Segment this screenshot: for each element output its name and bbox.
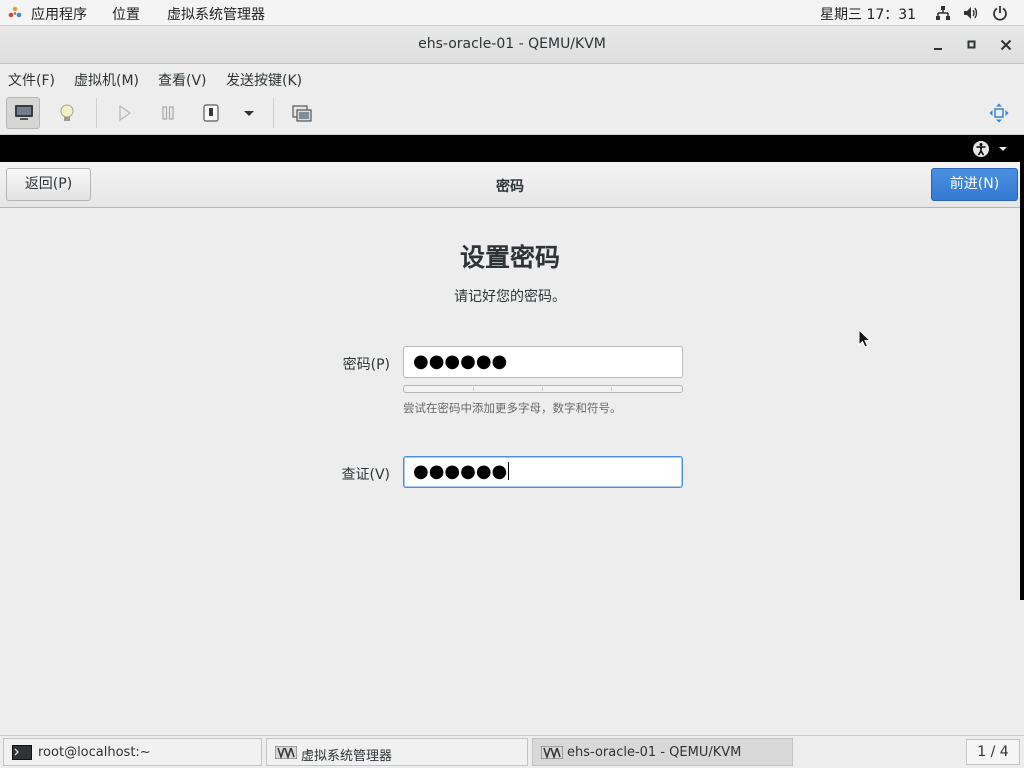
- workspace-indicator[interactable]: 1 / 4: [966, 739, 1020, 765]
- password-field[interactable]: ●●●●●●: [403, 346, 683, 378]
- fullscreen-icon: [989, 103, 1009, 123]
- window-title-bar[interactable]: ehs-oracle-01 - QEMU/KVM: [0, 26, 1024, 64]
- lightbulb-icon: [60, 104, 74, 121]
- console-button[interactable]: [6, 97, 40, 129]
- installer-page: 设置密码 请记好您的密码。 密码(P) ●●●●●● 尝试在密码中添加更多字母，…: [0, 208, 1020, 733]
- password-value: ●●●●●●: [413, 351, 508, 372]
- maximize-icon[interactable]: [962, 35, 982, 55]
- accessibility-icon[interactable]: [972, 140, 1012, 158]
- strength-divider: [611, 387, 612, 391]
- close-icon[interactable]: [996, 35, 1016, 55]
- password-label: 密码(P): [342, 357, 390, 373]
- run-button[interactable]: [107, 97, 141, 129]
- strength-divider: [473, 387, 474, 391]
- toolbar-separator: [96, 98, 97, 128]
- virt-manager-icon: [541, 746, 563, 759]
- bottom-taskbar: root@localhost:~ 虚拟系统管理器 ehs-oracle-01 -…: [0, 735, 1024, 768]
- next-button[interactable]: 前进(N): [931, 168, 1018, 201]
- task-terminal[interactable]: root@localhost:~: [3, 738, 262, 766]
- menu-vm[interactable]: 虚拟机(M): [74, 70, 139, 90]
- installer-header: 返回(P) 密码 前进(N): [0, 162, 1020, 208]
- volume-icon[interactable]: [963, 5, 979, 21]
- chevron-down-icon: [244, 111, 254, 116]
- text-caret: [508, 462, 510, 480]
- minimize-icon[interactable]: [928, 35, 948, 55]
- pause-button[interactable]: [151, 97, 185, 129]
- page-subtitle: 请记好您的密码。: [454, 289, 566, 305]
- toolbar-separator: [273, 98, 274, 128]
- places-menu[interactable]: 位置: [112, 4, 140, 24]
- toolbar: [0, 92, 1024, 135]
- verify-password-field[interactable]: ●●●●●●: [403, 456, 683, 488]
- shutdown-icon: [203, 104, 219, 122]
- pause-icon: [162, 106, 174, 120]
- details-button[interactable]: [50, 97, 84, 129]
- shutdown-menu-button[interactable]: [232, 97, 266, 129]
- snapshots-button[interactable]: [285, 97, 319, 129]
- power-icon[interactable]: [992, 5, 1008, 21]
- shutdown-button[interactable]: [194, 97, 228, 129]
- monitor-icon: [15, 105, 33, 120]
- menu-send-key[interactable]: 发送按键(K): [226, 70, 302, 90]
- installer-header-title: 密码: [496, 179, 524, 195]
- task-label: ehs-oracle-01 - QEMU/KVM: [567, 745, 742, 760]
- menu-bar: 文件(F) 虚拟机(M) 查看(V) 发送按键(K): [0, 64, 1024, 92]
- clock[interactable]: 星期三 17：31: [820, 4, 916, 24]
- task-virt-manager[interactable]: 虚拟系统管理器: [266, 738, 528, 766]
- password-strength-bar: [403, 385, 683, 393]
- applications-menu[interactable]: 应用程序: [31, 4, 87, 24]
- menu-view[interactable]: 查看(V): [158, 70, 207, 90]
- verify-value: ●●●●●●: [413, 461, 510, 482]
- network-icon[interactable]: [935, 5, 951, 21]
- task-label: root@localhost:~: [38, 745, 151, 760]
- vm-top-panel: [0, 135, 1024, 162]
- password-strength-hint: 尝试在密码中添加更多字母，数字和符号。: [403, 401, 622, 415]
- snapshots-icon: [292, 105, 312, 122]
- terminal-icon: [12, 745, 32, 760]
- strength-divider: [542, 387, 543, 391]
- window-title: ehs-oracle-01 - QEMU/KVM: [418, 36, 606, 52]
- page-title: 设置密码: [459, 243, 560, 272]
- gnome-top-bar: 应用程序 位置 虚拟系统管理器 星期三 17：31: [0, 0, 1024, 26]
- active-app-menu[interactable]: 虚拟系统管理器: [167, 4, 265, 24]
- fullscreen-button[interactable]: [982, 97, 1016, 129]
- play-icon: [119, 104, 132, 122]
- virt-manager-icon: [275, 746, 297, 759]
- verify-label: 查证(V): [341, 467, 390, 483]
- task-label: 虚拟系统管理器: [301, 749, 393, 764]
- menu-file[interactable]: 文件(F): [8, 70, 55, 90]
- mouse-pointer-icon: [858, 329, 872, 348]
- apps-icon[interactable]: [8, 6, 22, 20]
- task-vm-console[interactable]: ehs-oracle-01 - QEMU/KVM: [532, 738, 793, 766]
- vm-scrollbar[interactable]: [1020, 135, 1024, 600]
